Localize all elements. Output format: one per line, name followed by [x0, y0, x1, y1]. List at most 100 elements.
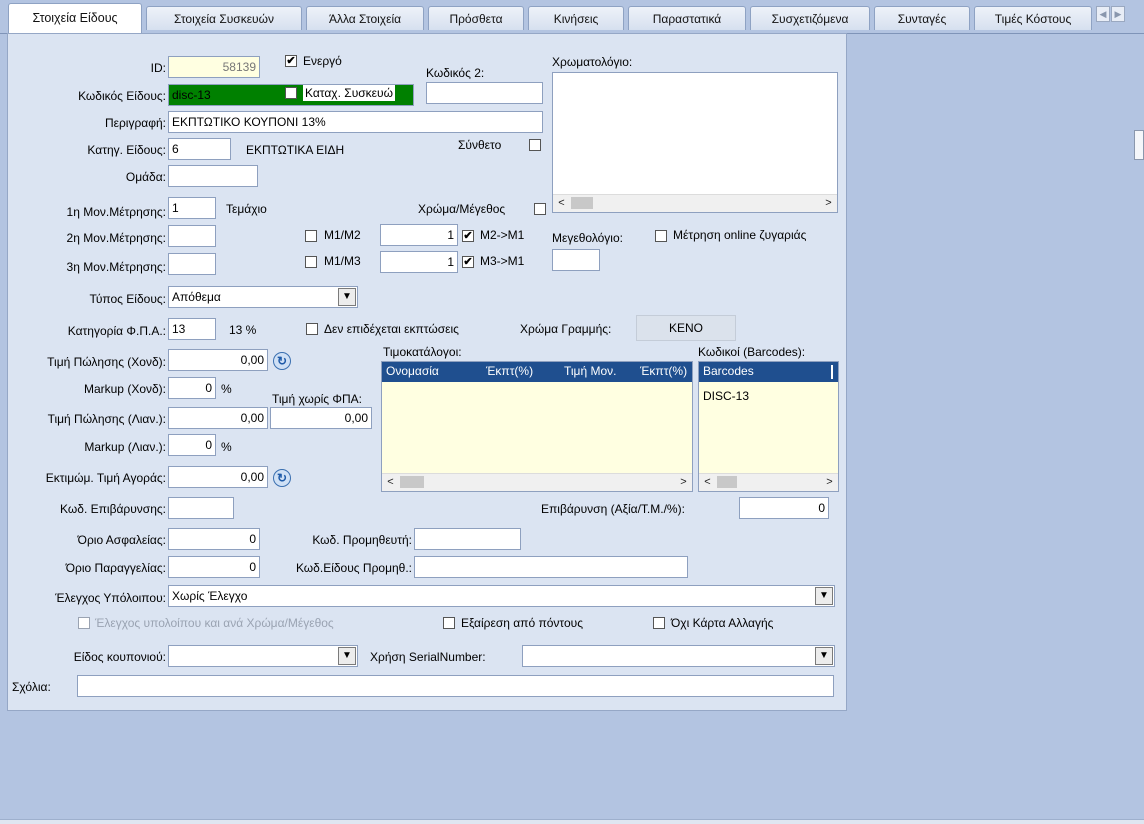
barcode-row[interactable]: DISC-13: [703, 389, 749, 403]
supplier-code-input[interactable]: [414, 528, 521, 550]
column-header[interactable]: Έκπτ(%): [640, 364, 687, 378]
line-color-box[interactable]: ΚΕΝΟ: [636, 315, 736, 341]
item-details-panel: ID: 58139 ✔ Ενεργό Κωδικός 2: Χρωματολόγ…: [7, 33, 847, 711]
markup-retail-label: Markup (Λιαν.):: [84, 440, 166, 454]
barcodes-header: Barcodes: [699, 362, 838, 382]
m1m3-checkbox[interactable]: [305, 256, 317, 268]
color-catalog-scrollbar[interactable]: < >: [553, 194, 837, 212]
comments-label: Σχόλια:: [12, 680, 51, 694]
comments-input[interactable]: [77, 675, 834, 697]
balance-check-label: Έλεγχος Υπόλοιπου:: [55, 591, 166, 605]
surcharge-input[interactable]: 0: [739, 497, 829, 519]
category-label: Κατηγ. Είδους:: [87, 143, 166, 157]
uom3-input[interactable]: [168, 253, 216, 275]
chevron-right-icon[interactable]: >: [675, 474, 692, 490]
price-lists-header: Ονομασία Έκπτ(%) Τιμή Μον. Έκπτ(%): [382, 362, 692, 382]
tab-movements[interactable]: Κινήσεις: [528, 6, 624, 30]
chevron-down-icon[interactable]: ▼: [815, 647, 833, 665]
no-discounts-label: Δεν επιδέχεται εκπτώσεις: [324, 322, 459, 336]
composite-checkbox[interactable]: [529, 139, 541, 151]
m1m2-input[interactable]: 1: [380, 224, 458, 246]
refresh-icon[interactable]: ↻: [273, 352, 291, 370]
code2-input[interactable]: [426, 82, 543, 104]
chevron-left-icon[interactable]: <: [699, 474, 716, 490]
tab-other-details[interactable]: Άλλα Στοιχεία: [306, 6, 424, 30]
no-change-card-checkbox[interactable]: [653, 617, 665, 629]
color-size-checkbox[interactable]: [534, 203, 546, 215]
line-color-label: Χρώμα Γραμμής:: [520, 322, 612, 336]
m1m3-input[interactable]: 1: [380, 251, 458, 273]
item-type-value: Απόθεμα: [172, 290, 221, 304]
column-header[interactable]: Ονομασία: [386, 364, 439, 378]
supplier-item-code-input[interactable]: [414, 556, 688, 578]
est-purchase-input[interactable]: 0,00: [168, 466, 268, 488]
column-header[interactable]: Barcodes: [703, 364, 754, 378]
price-no-vat-input[interactable]: 0,00: [270, 407, 372, 429]
tab-documents[interactable]: Παραστατικά: [628, 6, 746, 30]
chevron-down-icon[interactable]: ▼: [338, 647, 356, 665]
online-scale-checkbox[interactable]: [655, 230, 667, 242]
scroll-thumb[interactable]: [717, 476, 737, 488]
balance-check-select[interactable]: Χωρίς Έλεγχο ▼: [168, 585, 835, 607]
barcodes-grid[interactable]: Barcodes DISC-13 < >: [698, 361, 839, 492]
serial-usage-label: Χρήση SerialNumber:: [370, 650, 486, 664]
chevron-right-icon[interactable]: >: [821, 474, 838, 490]
group-input[interactable]: [168, 165, 258, 187]
column-header[interactable]: Έκπτ(%): [486, 364, 533, 378]
exclude-points-checkbox[interactable]: [443, 617, 455, 629]
scroll-thumb[interactable]: [400, 476, 424, 488]
barcodes-scrollbar[interactable]: < >: [699, 473, 838, 491]
order-limit-input[interactable]: 0: [168, 556, 260, 578]
wholesale-price-label: Τιμή Πώλησης (Χονδ):: [47, 355, 166, 369]
color-catalog-list[interactable]: < >: [552, 72, 838, 213]
order-limit-label: Όριο Παραγγελίας:: [65, 561, 166, 575]
chevron-left-icon[interactable]: <: [382, 474, 399, 490]
safety-limit-input[interactable]: 0: [168, 528, 260, 550]
price-lists-grid[interactable]: Ονομασία Έκπτ(%) Τιμή Μον. Έκπτ(%) < >: [381, 361, 693, 492]
column-header[interactable]: Τιμή Μον.: [564, 364, 616, 378]
column-divider: [831, 365, 833, 379]
coupon-type-select[interactable]: ▼: [168, 645, 358, 667]
active-label: Ενεργό: [303, 54, 342, 68]
surcharge-code-input[interactable]: [168, 497, 234, 519]
m3m1-checkbox[interactable]: ✔: [462, 256, 474, 268]
vat-category-input[interactable]: 13: [168, 318, 216, 340]
item-type-select[interactable]: Απόθεμα ▼: [168, 286, 358, 308]
tab-scroll-left-icon[interactable]: ◀: [1096, 6, 1110, 22]
est-purchase-label: Εκτιμώμ. Τιμή Αγοράς:: [45, 471, 166, 485]
item-code-value: disc-13: [172, 88, 211, 102]
color-catalog-label: Χρωματολόγιο:: [552, 55, 633, 69]
no-change-card-label: Όχι Κάρτα Αλλαγής: [671, 616, 774, 630]
chevron-left-icon[interactable]: <: [553, 195, 570, 211]
id-label: ID:: [150, 61, 166, 75]
active-checkbox[interactable]: ✔: [285, 55, 297, 67]
chevron-down-icon[interactable]: ▼: [815, 587, 833, 605]
scroll-thumb[interactable]: [571, 197, 593, 209]
tab-item-details[interactable]: Στοιχεία Είδους: [8, 3, 142, 33]
window-scrollbar[interactable]: [1134, 130, 1144, 160]
m1m2-checkbox[interactable]: [305, 230, 317, 242]
tab-device-details[interactable]: Στοιχεία Συσκευών: [146, 6, 302, 30]
markup-retail-input[interactable]: 0: [168, 434, 216, 456]
chevron-down-icon[interactable]: ▼: [338, 288, 356, 306]
device-entry-checkbox[interactable]: [285, 87, 297, 99]
description-input[interactable]: ΕΚΠΤΩΤΙΚΟ ΚΟΥΠΟΝΙ 13%: [168, 111, 543, 133]
uom2-input[interactable]: [168, 225, 216, 247]
markup-wholesale-input[interactable]: 0: [168, 377, 216, 399]
retail-price-input[interactable]: 0,00: [168, 407, 268, 429]
m2m1-checkbox[interactable]: ✔: [462, 230, 474, 242]
price-lists-scrollbar[interactable]: < >: [382, 473, 692, 491]
chevron-right-icon[interactable]: >: [820, 195, 837, 211]
serial-usage-select[interactable]: ▼: [522, 645, 835, 667]
tab-scroll-right-icon[interactable]: ▶: [1111, 6, 1125, 22]
wholesale-price-input[interactable]: 0,00: [168, 349, 268, 371]
uom1-input[interactable]: 1: [168, 197, 216, 219]
tab-cost-prices[interactable]: Τιμές Κόστους: [974, 6, 1092, 30]
tab-extras[interactable]: Πρόσθετα: [428, 6, 524, 30]
refresh-icon[interactable]: ↻: [273, 469, 291, 487]
no-discounts-checkbox[interactable]: [306, 323, 318, 335]
category-input[interactable]: 6: [168, 138, 231, 160]
tab-recipes[interactable]: Συνταγές: [874, 6, 970, 30]
size-catalog-input[interactable]: [552, 249, 600, 271]
tab-related[interactable]: Συσχετιζόμενα: [750, 6, 870, 30]
